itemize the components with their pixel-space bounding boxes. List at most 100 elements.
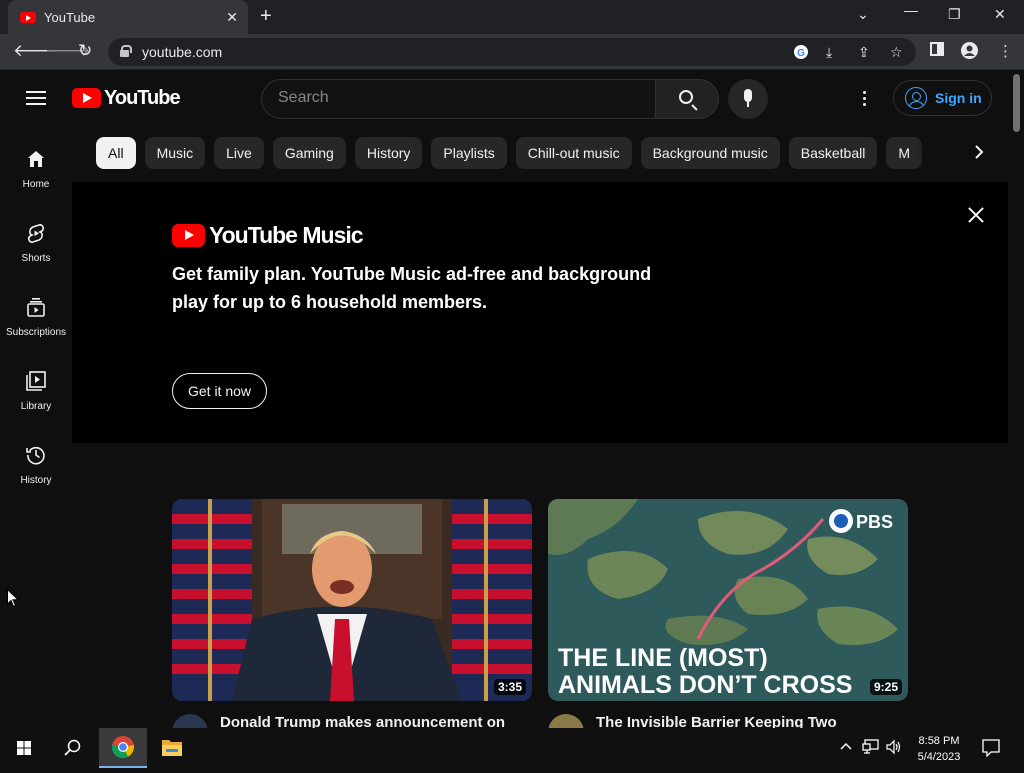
chips-fade xyxy=(915,137,1005,171)
youtube-play-icon xyxy=(172,224,205,247)
subscriptions-icon xyxy=(27,298,45,317)
guide-item-shorts[interactable]: Shorts xyxy=(0,223,72,297)
volume-icon[interactable] xyxy=(886,739,902,760)
thumbnail-headline-line-2: ANIMALS DON’T CROSS xyxy=(558,671,852,699)
search-input[interactable] xyxy=(278,89,638,107)
account-icon xyxy=(905,87,927,109)
window-close-icon[interactable]: ✕ xyxy=(994,6,1006,23)
settings-kebab-icon[interactable] xyxy=(863,91,867,109)
guide-label: Library xyxy=(20,401,52,412)
banner-logo-text: YouTube Music xyxy=(209,222,364,248)
chip-chill-out-music[interactable]: Chill-out music xyxy=(515,137,632,169)
search-icon xyxy=(679,90,693,104)
video-duration: 3:35 xyxy=(493,679,526,695)
guide-label: Home xyxy=(22,179,50,190)
chip-basketball[interactable]: Basketball xyxy=(788,137,878,169)
mouse-cursor-icon xyxy=(7,589,19,608)
shorts-icon xyxy=(27,224,45,243)
search-button[interactable] xyxy=(655,79,719,119)
side-panel-icon[interactable] xyxy=(930,42,944,60)
pbs-badge: PBS xyxy=(856,512,893,532)
youtube-music-logo: YouTube Music xyxy=(172,222,364,249)
youtube-favicon-icon xyxy=(20,11,36,23)
minimize-icon[interactable]: — xyxy=(904,2,918,18)
windows-taskbar: 8:58 PM 5/4/2023 xyxy=(0,728,1024,768)
microphone-icon xyxy=(744,89,752,107)
reload-icon[interactable]: ↻ xyxy=(78,41,92,61)
chip-live[interactable]: Live xyxy=(214,137,264,169)
clock-time: 8:58 PM xyxy=(918,735,960,747)
show-hidden-icons-chevron-icon[interactable] xyxy=(839,739,853,758)
chrome-icon xyxy=(111,736,135,759)
start-button[interactable] xyxy=(0,728,48,768)
google-lens-icon[interactable]: G xyxy=(793,44,809,63)
install-app-icon[interactable]: ⤓ xyxy=(826,44,832,61)
address-bar[interactable]: youtube.com G ⤓ ⇪ ☆ xyxy=(108,38,916,66)
guide-label: History xyxy=(20,475,52,486)
video-thumbnail[interactable]: 3:35 xyxy=(172,499,532,701)
filter-chips-bar: All Music Live Gaming History Playlists Chill-… xyxy=(96,137,946,171)
guide-item-subscriptions[interactable]: Subscriptions xyxy=(0,297,72,371)
chip-gaming[interactable]: Gaming xyxy=(272,137,346,169)
tab-search-icon[interactable]: ⌄ xyxy=(857,6,869,23)
search-icon xyxy=(64,739,81,756)
video-duration: 9:25 xyxy=(869,679,902,695)
new-tab-icon[interactable]: + xyxy=(260,5,272,27)
windows-logo-icon xyxy=(17,741,31,755)
history-icon xyxy=(26,446,45,465)
address-url: youtube.com xyxy=(142,44,223,60)
tab-close-icon[interactable]: ✕ xyxy=(226,9,238,26)
chip-music[interactable]: Music xyxy=(144,137,206,169)
banner-message: Get family plan. YouTube Music ad-free a… xyxy=(172,264,652,312)
youtube-logo[interactable]: YouTube xyxy=(72,86,181,109)
thumbnail-headline-line-1: THE LINE (MOST) xyxy=(558,644,768,672)
browser-tab[interactable]: YouTube ✕ xyxy=(8,0,248,34)
search-box xyxy=(261,79,656,119)
network-icon[interactable] xyxy=(862,739,880,760)
sign-in-button[interactable]: Sign in xyxy=(893,80,992,116)
logo-text: YouTube xyxy=(104,86,181,109)
voice-search-button[interactable] xyxy=(728,79,768,119)
chip-all[interactable]: All xyxy=(96,137,136,169)
youtube-play-icon xyxy=(72,88,101,108)
taskbar-chrome-button[interactable] xyxy=(99,728,147,768)
banner-close-icon[interactable] xyxy=(965,204,987,226)
profile-icon[interactable] xyxy=(961,42,978,63)
clock-date: 5/4/2023 xyxy=(917,751,961,763)
tab-title: YouTube xyxy=(44,9,96,25)
restore-icon[interactable]: ❐ xyxy=(948,6,961,23)
taskbar-file-explorer-button[interactable] xyxy=(148,728,196,768)
bookmark-star-icon[interactable]: ☆ xyxy=(890,44,903,61)
menu-icon[interactable] xyxy=(26,91,46,105)
page-scrollbar[interactable] xyxy=(1010,70,1024,728)
home-icon xyxy=(28,151,44,167)
guide-label: Subscriptions xyxy=(5,327,67,338)
taskbar-search-button[interactable] xyxy=(48,728,96,768)
scrollbar-thumb[interactable] xyxy=(1013,74,1020,132)
chrome-menu-icon[interactable]: ⋮ xyxy=(998,42,1013,60)
sign-in-label: Sign in xyxy=(935,90,982,106)
get-it-now-button[interactable]: Get it now xyxy=(172,373,267,409)
guide-label: Shorts xyxy=(21,253,51,264)
map-thumbnail-image: PBS THE LINE (MOST) ANIMALS DON’T CROSS xyxy=(548,499,908,701)
chip-playlists[interactable]: Playlists xyxy=(431,137,507,169)
folder-icon xyxy=(162,740,182,756)
library-icon xyxy=(26,371,46,391)
system-clock[interactable]: 8:58 PM 5/4/2023 xyxy=(908,733,970,765)
notifications-icon[interactable] xyxy=(982,739,1000,762)
video-thumbnail[interactable]: PBS THE LINE (MOST) ANIMALS DON’T CROSS … xyxy=(548,499,908,701)
promo-banner: YouTube Music Get family plan. YouTube M… xyxy=(72,182,1008,443)
guide-item-library[interactable]: Library xyxy=(0,371,72,445)
guide-item-history[interactable]: History xyxy=(0,445,72,519)
browser-toolbar: 🡐 🡒 ↻ youtube.com G ⤓ ⇪ ☆ ⋮ xyxy=(0,34,1024,70)
chevron-right-icon[interactable] xyxy=(972,144,986,165)
svg-text:G: G xyxy=(797,48,805,59)
press-conference-thumbnail-image xyxy=(172,499,532,701)
browser-titlebar: YouTube ✕ + ⌄ — ❐ ✕ xyxy=(0,0,1024,34)
guide-item-home[interactable]: Home xyxy=(0,149,72,223)
lock-icon[interactable] xyxy=(120,45,132,57)
youtube-header: YouTube Sign in xyxy=(0,70,1010,126)
share-icon[interactable]: ⇪ xyxy=(858,44,870,61)
chip-history[interactable]: History xyxy=(354,137,423,169)
chip-background-music[interactable]: Background music xyxy=(640,137,780,169)
